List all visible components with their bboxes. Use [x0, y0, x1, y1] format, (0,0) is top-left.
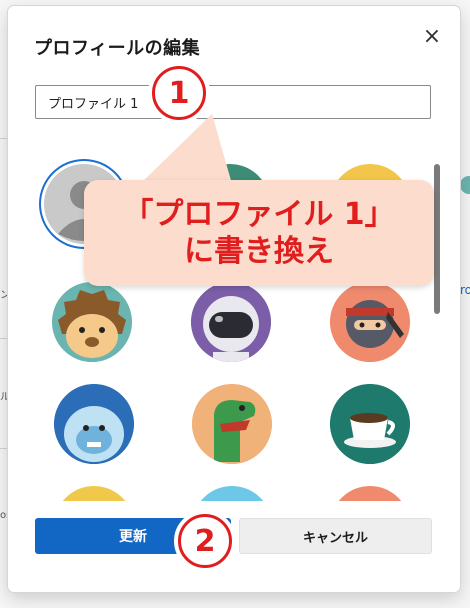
cancel-button[interactable]: キャンセル [239, 518, 432, 554]
dinosaur-icon [192, 384, 272, 464]
avatar-option-astronaut[interactable] [191, 282, 271, 362]
astronaut-icon [191, 282, 271, 362]
avatar-option[interactable] [330, 486, 410, 501]
background-divider [0, 448, 8, 449]
avatar-option-ninja[interactable] [330, 282, 410, 362]
step-1-badge: 1 [148, 62, 210, 124]
instruction-callout-text: 「プロファイル 1」 に書き換え [84, 180, 434, 286]
background-divider [0, 338, 8, 339]
avatar-scrollbar[interactable] [434, 164, 440, 314]
step-2-badge: 2 [174, 510, 236, 572]
avatar-option-coffee[interactable] [330, 384, 410, 464]
hedgehog-icon [52, 282, 132, 362]
avatar-option-hedgehog[interactable] [52, 282, 132, 362]
avatar-option-dinosaur[interactable] [192, 384, 272, 464]
step-2-number: 2 [178, 514, 232, 568]
background-divider [0, 138, 8, 139]
close-icon: × [422, 23, 442, 49]
dialog-title: プロフィールの編集 [34, 38, 201, 59]
coffee-cup-icon [330, 384, 410, 464]
avatar-option-yeti[interactable] [54, 384, 134, 464]
yeti-icon [54, 384, 134, 464]
background-link-fragment: ro [460, 283, 470, 297]
profile-name-input[interactable] [35, 85, 431, 119]
avatar-option[interactable] [192, 486, 272, 501]
callout-line-1: 「プロファイル 1」 [123, 196, 395, 232]
edit-profile-dialog: プロフィールの編集 × プロファイル 1 更新 キャンセル [8, 6, 460, 592]
avatar-option[interactable] [54, 486, 134, 501]
callout-line-2: に書き換え [184, 234, 334, 269]
ninja-icon [330, 282, 410, 362]
background-avatar [460, 176, 470, 194]
close-button[interactable]: × [420, 23, 444, 49]
step-1-number: 1 [152, 66, 206, 120]
